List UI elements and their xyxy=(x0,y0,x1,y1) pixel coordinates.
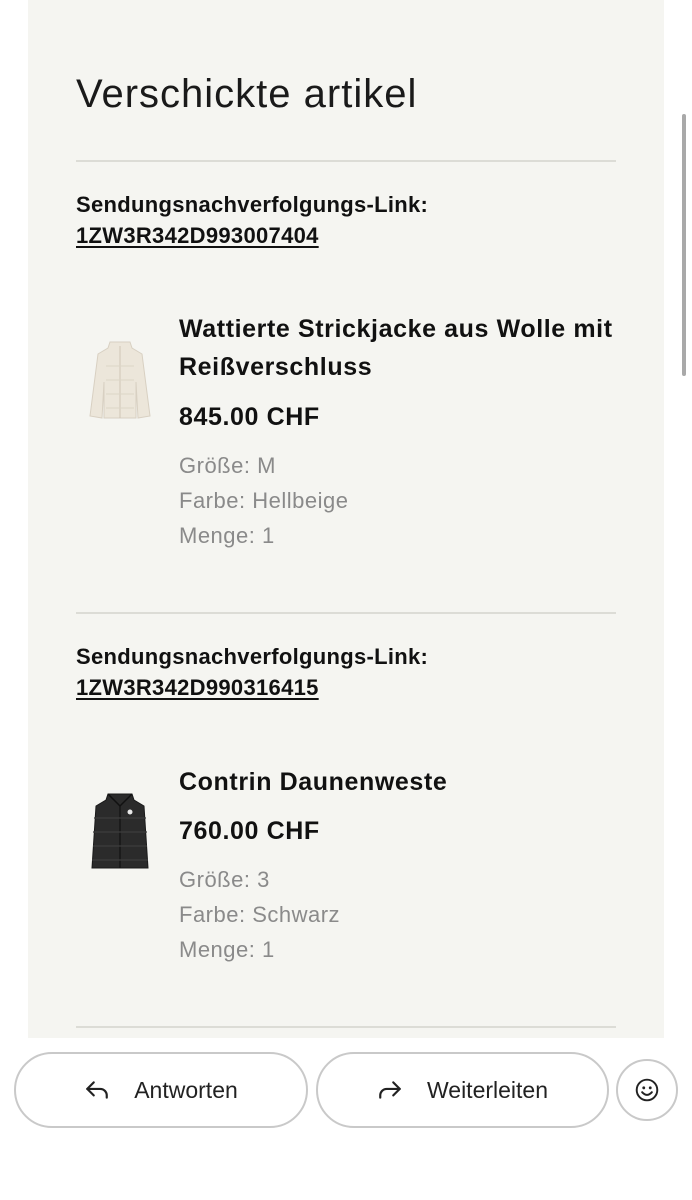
forward-arrow-icon xyxy=(379,1081,401,1099)
smiley-icon xyxy=(635,1078,659,1102)
email-action-bar: Antworten Weiterleiten xyxy=(0,1040,692,1200)
section-title: Verschickte artikel xyxy=(76,72,418,116)
scrollbar[interactable] xyxy=(682,114,686,376)
forward-label: Weiterleiten xyxy=(426,1076,549,1103)
product-quantity: Menge: 1 xyxy=(179,523,275,548)
product-price: 845.00 CHF xyxy=(179,403,320,431)
tracking-label: Sendungsnachverfolgungs-Link: xyxy=(76,192,429,217)
reply-arrow-icon xyxy=(86,1081,109,1099)
black-down-vest-image[interactable] xyxy=(84,790,156,880)
product-color: Farbe: Hellbeige xyxy=(179,488,349,513)
reply-label: Antworten xyxy=(134,1076,238,1103)
tracking-label: Sendungsnachverfolgungs-Link: xyxy=(76,644,429,669)
email-content-panel: Verschickte artikel Sendungsnachverfolgu… xyxy=(28,0,664,1038)
reply-button[interactable]: Antworten xyxy=(14,1052,308,1128)
emoji-reaction-button[interactable] xyxy=(616,1059,678,1121)
product-color: Farbe: Schwarz xyxy=(179,902,341,927)
divider xyxy=(76,1026,616,1028)
beige-cardigan-image[interactable] xyxy=(84,336,156,426)
product-name[interactable]: Contrin Daunenweste xyxy=(179,763,629,801)
tracking-number-link[interactable]: 1ZW3R342D993007404 xyxy=(76,223,319,249)
product-price: 760.00 CHF xyxy=(179,817,320,845)
tracking-number-link[interactable]: 1ZW3R342D990316415 xyxy=(76,675,319,701)
divider xyxy=(76,160,616,162)
forward-button[interactable]: Weiterleiten xyxy=(316,1052,609,1128)
divider xyxy=(76,612,616,614)
product-size: Größe: 3 xyxy=(179,867,270,892)
product-quantity: Menge: 1 xyxy=(179,937,275,962)
product-name[interactable]: Wattierte Strickjacke aus Wolle mit Reiß… xyxy=(179,310,629,386)
product-size: Größe: M xyxy=(179,453,276,478)
